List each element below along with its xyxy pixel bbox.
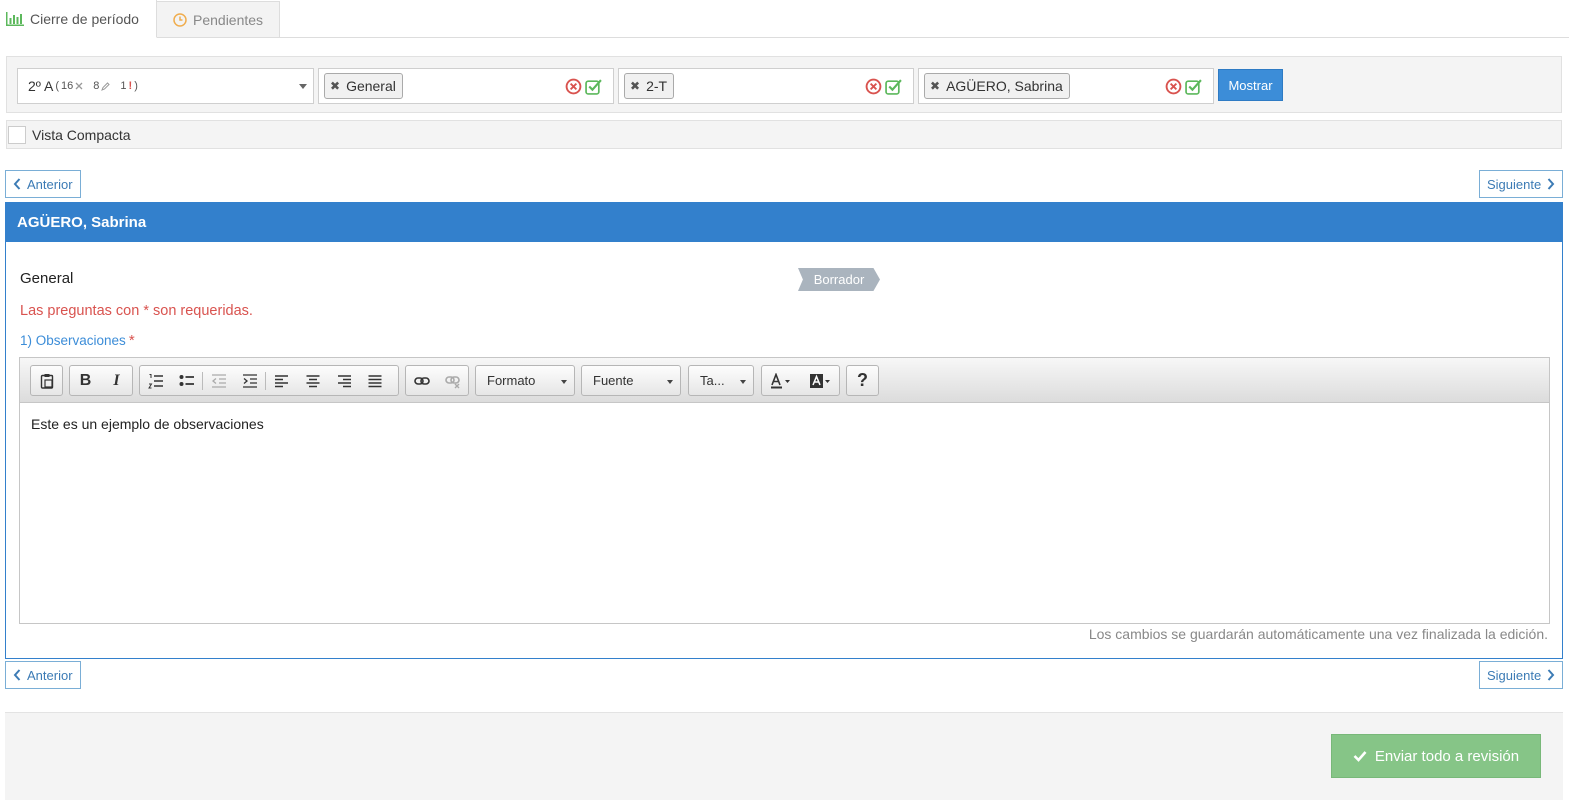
outdent-icon (211, 373, 226, 388)
editor-content[interactable]: Este es un ejemplo de observaciones (31, 416, 264, 432)
clear-icon[interactable] (565, 78, 582, 95)
align-right-icon (337, 374, 351, 387)
outdent-button[interactable] (203, 366, 234, 395)
question-label: 1) Observaciones * (20, 332, 135, 349)
check-square-icon[interactable] (585, 78, 602, 95)
clear-icon[interactable] (1165, 78, 1182, 95)
unlink-button[interactable] (437, 366, 468, 395)
align-right-button[interactable] (328, 366, 359, 395)
count-graded: 16 (61, 80, 74, 92)
link-icon (413, 376, 430, 385)
chip-general: ✖ General (324, 73, 403, 99)
pencil-icon (101, 81, 111, 91)
numbered-list-button[interactable] (140, 366, 171, 395)
required-note: Las preguntas con * son requeridas. (20, 303, 253, 319)
check-icon (1353, 751, 1367, 762)
format-dropdown[interactable]: Formato (475, 365, 575, 396)
remove-chip-icon[interactable]: ✖ (630, 79, 640, 93)
check-square-icon[interactable] (1185, 78, 1202, 95)
show-button[interactable]: Mostrar (1218, 69, 1283, 101)
clipboard-icon (40, 373, 53, 389)
italic-button[interactable]: I (101, 366, 132, 395)
background-color-icon (809, 373, 830, 388)
student-select[interactable]: ✖ AGÜERO, Sabrina (918, 68, 1214, 104)
student-panel: AGÜERO, Sabrina General Borrador Las pre… (5, 202, 1563, 659)
chevron-left-icon (13, 669, 21, 681)
check-square-icon[interactable] (885, 78, 902, 95)
status-badge: Borrador (798, 268, 880, 291)
bold-icon: B (79, 371, 92, 389)
exclamation-icon: ! (128, 80, 133, 92)
chip-2t: ✖ 2-T (624, 73, 675, 99)
chevron-down-icon (561, 380, 567, 384)
help-button[interactable]: ? (847, 366, 878, 395)
times-icon (75, 82, 83, 90)
italic-icon: I (113, 371, 120, 389)
editor-toolbar: B I Formato Fuente Ta... ? (20, 358, 1549, 403)
bulleted-list-icon (179, 374, 194, 386)
tab-bar: Cierre de período Pendientes (0, 0, 1569, 38)
previous-button-bottom[interactable]: Anterior (5, 661, 81, 689)
chevron-right-icon (1547, 669, 1555, 681)
next-button[interactable]: Siguiente (1479, 170, 1564, 198)
justify-icon (368, 374, 381, 387)
clock-icon (173, 12, 187, 27)
next-button-bottom[interactable]: Siguiente (1479, 661, 1564, 689)
bar-chart-icon (6, 11, 24, 26)
chevron-left-icon (13, 178, 21, 190)
student-name: AGÜERO, Sabrina (6, 203, 1562, 242)
unlink-icon (444, 375, 460, 388)
clear-icon[interactable] (865, 78, 882, 95)
align-center-icon (306, 374, 319, 387)
chip-student: ✖ AGÜERO, Sabrina (924, 73, 1070, 99)
size-dropdown[interactable]: Ta... (688, 365, 754, 396)
font-dropdown[interactable]: Fuente (581, 365, 681, 396)
course-counts: ( 16 8 1 ! ) (55, 80, 138, 92)
bold-button[interactable]: B (70, 366, 101, 395)
tab-pendientes[interactable]: Pendientes (157, 1, 280, 37)
chevron-right-icon (1547, 178, 1555, 190)
chevron-down-icon (667, 380, 673, 384)
bulleted-list-button[interactable] (171, 366, 202, 395)
justify-button[interactable] (359, 366, 390, 395)
background-color-button[interactable] (801, 366, 840, 395)
text-color-icon (771, 372, 791, 388)
align-left-button[interactable] (266, 366, 297, 395)
filter-bar: 2º A ( 16 8 1 ! ) ✖ General ✖ 2-T ✖ AGÜE… (6, 56, 1562, 113)
compact-view-bar: Vista Compacta (6, 120, 1562, 149)
tab-label: Cierre de período (30, 10, 139, 27)
footer: Enviar todo a revisión (5, 712, 1563, 800)
remove-chip-icon[interactable]: ✖ (930, 79, 940, 93)
count-warnings: 1 (120, 80, 127, 92)
question-mark-icon: ? (857, 370, 868, 390)
course-label: 2º A (28, 78, 54, 94)
autosave-note: Los cambios se guardarán automáticamente… (1088, 626, 1548, 642)
compact-view-checkbox[interactable] (8, 125, 26, 144)
tab-cierre-periodo[interactable]: Cierre de período (0, 0, 157, 38)
chevron-down-icon (740, 380, 746, 384)
group-select[interactable]: ✖ 2-T (618, 68, 914, 104)
course-select[interactable]: 2º A ( 16 8 1 ! ) (17, 68, 314, 104)
align-left-icon (274, 374, 288, 387)
section-select[interactable]: ✖ General (318, 68, 614, 104)
section-title: General (20, 270, 74, 287)
chevron-down-icon (299, 84, 307, 89)
indent-icon (242, 373, 257, 388)
previous-button[interactable]: Anterior (5, 170, 81, 198)
text-color-button[interactable] (762, 366, 801, 395)
rich-text-editor: B I Formato Fuente Ta... ? Este es un ej… (19, 357, 1550, 624)
count-drafts: 8 (93, 80, 100, 92)
indent-button[interactable] (234, 366, 265, 395)
align-center-button[interactable] (297, 366, 328, 395)
compact-view-label: Vista Compacta (32, 126, 131, 143)
remove-chip-icon[interactable]: ✖ (330, 79, 340, 93)
send-to-review-button[interactable]: Enviar todo a revisión (1331, 734, 1541, 778)
numbered-list-icon (147, 373, 163, 388)
tab-label: Pendientes (193, 11, 264, 28)
paste-button[interactable] (31, 366, 62, 395)
link-button[interactable] (406, 366, 437, 395)
